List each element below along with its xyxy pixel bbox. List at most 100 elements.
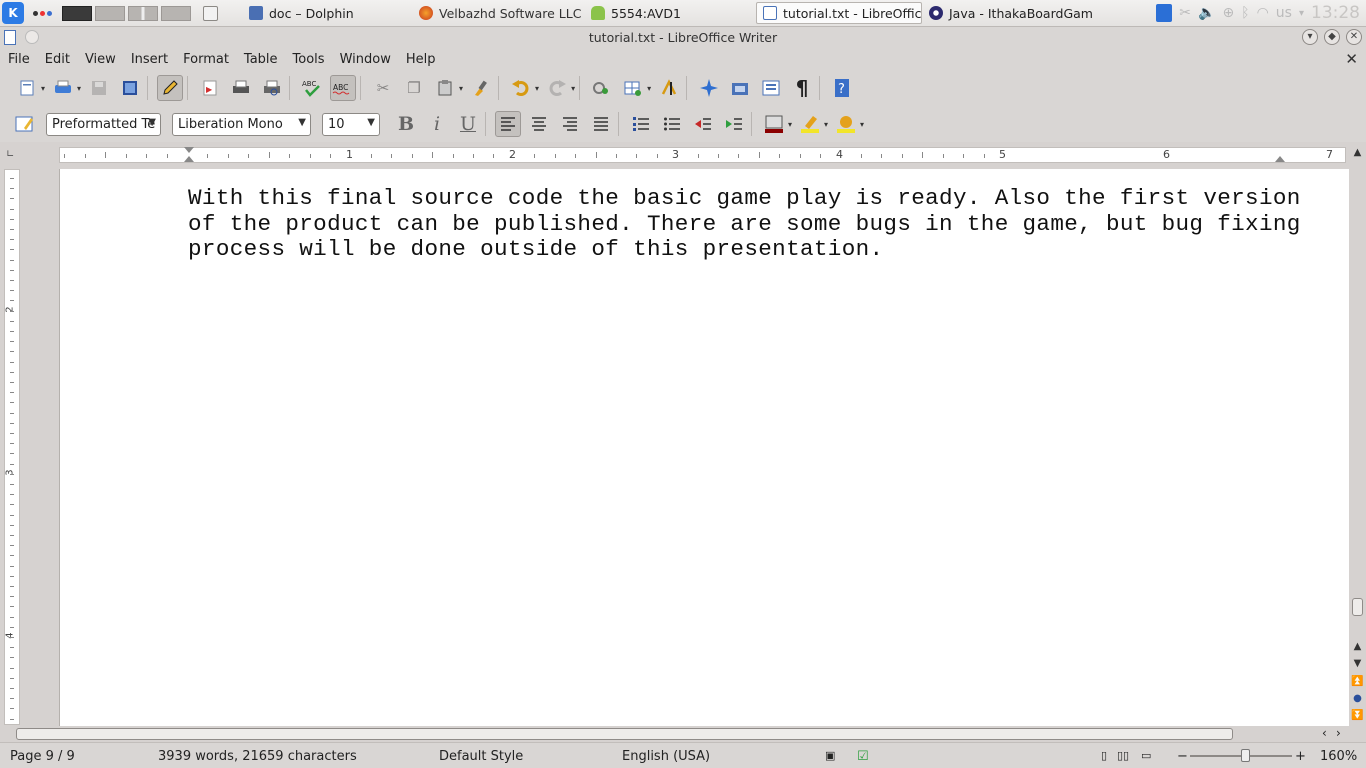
keyboard-layout[interactable]: us xyxy=(1276,5,1292,21)
zoom-out-icon[interactable]: − xyxy=(1177,749,1188,764)
export-pdf-button[interactable]: ▶ xyxy=(197,75,223,101)
font-name-select[interactable]: Liberation Mono ▼ xyxy=(172,112,311,136)
zoom-slider-handle[interactable] xyxy=(1241,749,1250,762)
text-line[interactable]: of the product can be published. There a… xyxy=(188,211,1300,238)
autospellcheck-button[interactable]: ABC xyxy=(330,75,357,101)
new-document-button[interactable] xyxy=(14,75,40,101)
show-desktop-icon[interactable] xyxy=(203,5,218,21)
tab-stop-selector[interactable]: ∟ xyxy=(6,149,14,160)
open-button[interactable] xyxy=(50,75,76,101)
desktop-1[interactable] xyxy=(62,5,92,21)
chevron-down-icon[interactable]: ▾ xyxy=(41,84,45,93)
horizontal-scrollbar[interactable]: ‹ › xyxy=(0,726,1349,742)
menu-format[interactable]: Format xyxy=(175,52,236,67)
export-button[interactable] xyxy=(117,75,143,101)
application-launcher-icon[interactable]: K xyxy=(2,2,24,24)
insert-table-button[interactable] xyxy=(620,75,646,101)
gallery-button[interactable] xyxy=(727,75,753,101)
task-eclipse[interactable]: Java - IthakaBoardGame xyxy=(922,2,1094,24)
horizontal-ruler[interactable]: 1 2 3 4 5 6 7 xyxy=(59,147,1346,163)
draw-functions-button[interactable] xyxy=(656,75,682,101)
chevron-down-icon[interactable]: ▾ xyxy=(860,120,864,129)
menu-tools[interactable]: Tools xyxy=(285,52,332,67)
vertical-scroll-thumb[interactable] xyxy=(1352,598,1363,616)
paragraph-style-select[interactable]: Preformatted Te ▼ xyxy=(46,112,161,136)
formatting-marks-button[interactable]: ¶ xyxy=(789,75,815,101)
text-line[interactable]: process will be done outside of this pre… xyxy=(188,236,1280,263)
chevron-down-icon[interactable]: ▾ xyxy=(824,120,828,129)
menu-file[interactable]: File xyxy=(0,52,37,67)
chevron-down-icon[interactable]: ▾ xyxy=(77,84,81,93)
redo-button[interactable] xyxy=(544,75,570,101)
bluetooth-icon[interactable]: ᛒ xyxy=(1241,5,1249,21)
scroll-down-icon[interactable]: ▼ xyxy=(1351,657,1364,670)
italic-button[interactable]: i xyxy=(424,111,450,137)
scroll-left-icon[interactable]: ‹ xyxy=(1322,726,1327,740)
clipboard-icon[interactable] xyxy=(1156,4,1173,22)
window-titlebar[interactable]: tutorial.txt - LibreOffice Writer ▾ ◆ ✕ xyxy=(0,27,1366,48)
pin-icon[interactable] xyxy=(25,30,39,44)
print-button[interactable] xyxy=(228,75,254,101)
align-left-button[interactable] xyxy=(495,111,521,137)
left-indent-marker[interactable] xyxy=(184,147,194,153)
clock[interactable]: 13:28 xyxy=(1311,3,1360,23)
volume-icon[interactable]: 🔈 xyxy=(1198,5,1215,21)
bold-button[interactable]: B xyxy=(393,111,419,137)
document-canvas[interactable]: With this final source code the basic ga… xyxy=(22,169,1349,726)
document-modified-icon[interactable]: ☑ xyxy=(857,749,869,764)
spellcheck-button[interactable]: ABC xyxy=(299,75,325,101)
page-indicator[interactable]: Page 9 / 9 xyxy=(10,749,75,764)
navigation-icon[interactable]: ● xyxy=(1351,692,1364,705)
zoom-level[interactable]: 160% xyxy=(1320,749,1357,764)
vertical-ruler[interactable]: 2 3 4 xyxy=(4,169,20,725)
document-page[interactable]: With this final source code the basic ga… xyxy=(59,169,1349,726)
close-button[interactable]: ✕ xyxy=(1346,29,1362,45)
copy-button[interactable]: ❐ xyxy=(401,75,427,101)
bulleted-list-button[interactable] xyxy=(659,111,685,137)
chevron-down-icon[interactable]: ▾ xyxy=(571,84,575,93)
increase-indent-button[interactable] xyxy=(721,111,747,137)
right-indent-marker[interactable] xyxy=(1275,156,1285,162)
zoom-in-icon[interactable]: + xyxy=(1295,749,1306,764)
background-color-button[interactable] xyxy=(833,111,859,137)
menu-window[interactable]: Window xyxy=(332,52,398,67)
next-page-icon[interactable]: ⏬ xyxy=(1351,709,1364,722)
desktop-4[interactable] xyxy=(161,5,191,21)
text-line[interactable]: With this final source code the basic ga… xyxy=(188,185,1300,212)
page-style[interactable]: Default Style xyxy=(439,749,523,764)
maximize-button[interactable]: ◆ xyxy=(1324,29,1340,45)
font-size-select[interactable]: 10 ▼ xyxy=(322,112,380,136)
first-line-indent-marker[interactable] xyxy=(184,156,194,162)
activities-icon[interactable] xyxy=(33,10,52,16)
save-button[interactable] xyxy=(86,75,112,101)
print-preview-button[interactable] xyxy=(259,75,285,101)
clone-formatting-button[interactable] xyxy=(468,75,494,101)
task-libreoffice-writer[interactable]: tutorial.txt - LibreOffice xyxy=(756,2,922,24)
multi-page-view-icon[interactable]: ▯▯ xyxy=(1117,749,1129,762)
chevron-down-icon[interactable]: ▾ xyxy=(459,84,463,93)
cut-button[interactable]: ✂ xyxy=(370,75,396,101)
menu-table[interactable]: Table xyxy=(236,52,285,67)
language[interactable]: English (USA) xyxy=(622,749,710,764)
selection-mode-icon[interactable]: ▣ xyxy=(825,749,835,762)
edit-mode-button[interactable] xyxy=(157,75,184,101)
scroll-up-icon[interactable]: ▲ xyxy=(1351,146,1364,159)
styles-button[interactable] xyxy=(12,111,38,137)
justify-button[interactable] xyxy=(588,111,614,137)
underline-button[interactable]: U xyxy=(455,111,481,137)
menu-insert[interactable]: Insert xyxy=(123,52,175,67)
minimize-button[interactable]: ▾ xyxy=(1302,29,1318,45)
scissors-icon[interactable]: ✂ xyxy=(1179,5,1191,21)
highlighting-button[interactable] xyxy=(797,111,823,137)
desktop-2[interactable] xyxy=(95,5,125,21)
hyperlink-button[interactable] xyxy=(589,75,615,101)
book-view-icon[interactable]: ▭ xyxy=(1141,749,1151,762)
undo-button[interactable] xyxy=(508,75,534,101)
menu-view[interactable]: View xyxy=(77,52,123,67)
numbered-list-button[interactable] xyxy=(628,111,654,137)
align-center-button[interactable] xyxy=(526,111,552,137)
chevron-down-icon[interactable]: ▾ xyxy=(535,84,539,93)
navigator-button[interactable] xyxy=(696,75,722,101)
network-icon[interactable]: ⊕ xyxy=(1222,5,1234,21)
desktop-3[interactable] xyxy=(128,5,158,21)
